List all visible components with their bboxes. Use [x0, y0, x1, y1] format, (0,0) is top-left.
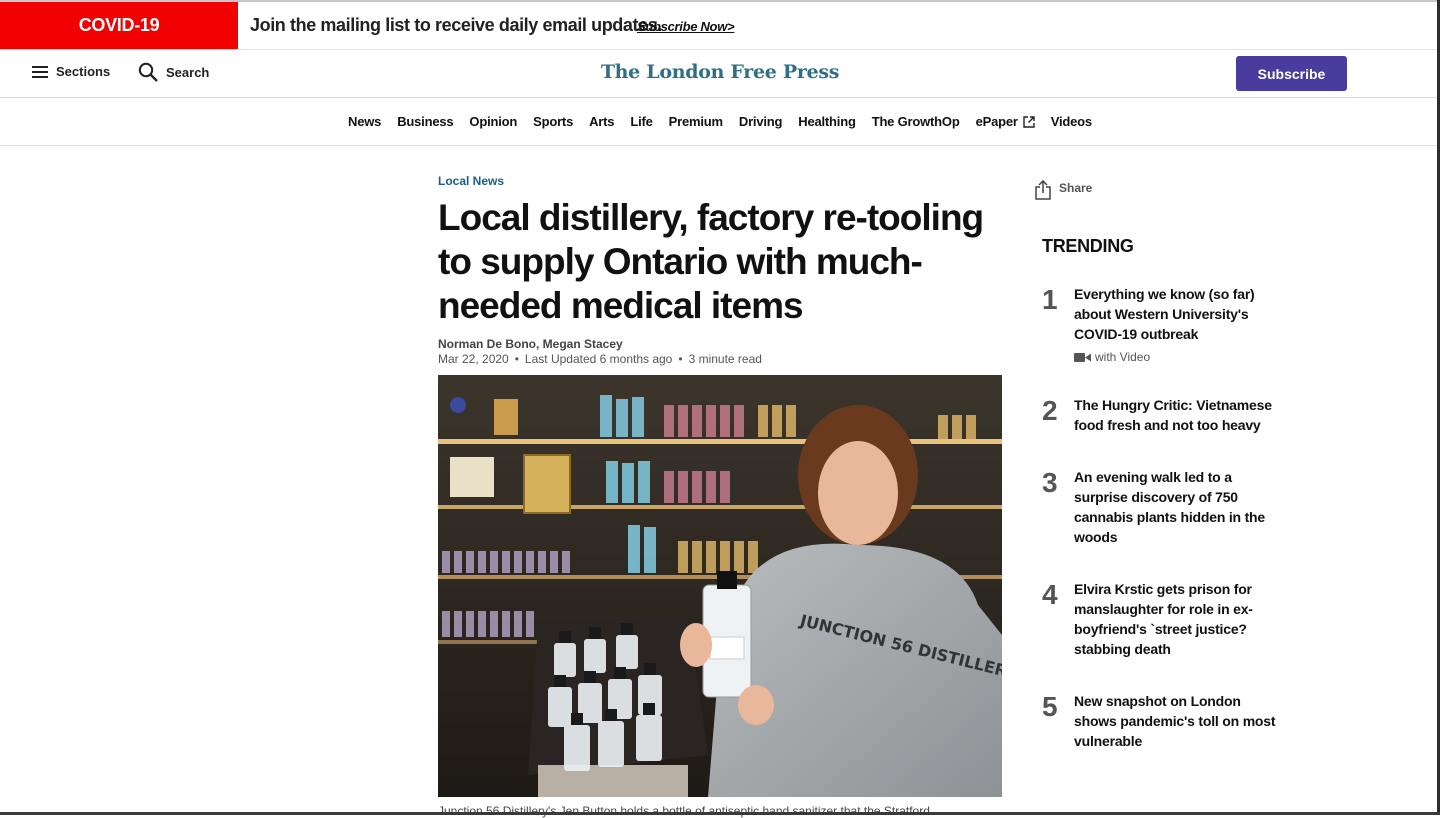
- share-label: Share: [1059, 181, 1093, 195]
- article-date: Mar 22, 2020: [438, 352, 509, 366]
- nav-item-epaper[interactable]: ePaper: [976, 114, 1035, 129]
- nav-item-the-growthop[interactable]: The GrowthOp: [872, 114, 960, 129]
- nav-item-sports[interactable]: Sports: [533, 114, 573, 129]
- main-nav: News Business Opinion Sports Arts Life P…: [0, 98, 1440, 146]
- article-headline: Local distillery, factory re-tooling to …: [438, 197, 984, 326]
- article-read-time: 3 minute read: [688, 352, 762, 366]
- trending-title[interactable]: An evening walk led to a surprise discov…: [1074, 467, 1284, 547]
- site-logo: The London Free Press: [0, 61, 1440, 83]
- article-photo[interactable]: JUNCTION 56 DISTILLERY: [438, 375, 1002, 797]
- covid-banner: COVID-19 Join the mailing list to receiv…: [0, 2, 1440, 50]
- trending-number: 5: [1042, 691, 1058, 722]
- nav-item-healthing[interactable]: Healthing: [798, 114, 856, 129]
- video-tag-label: with Video: [1095, 350, 1151, 364]
- distillery-photo: JUNCTION 56 DISTILLERY: [438, 375, 1002, 797]
- meta-separator: •: [514, 352, 519, 366]
- nav-item-news[interactable]: News: [348, 114, 381, 129]
- article-authors[interactable]: Norman De Bono, Megan Stacey: [438, 337, 623, 351]
- subscribe-now-link[interactable]: Subscribe Now>: [637, 19, 735, 34]
- article-category[interactable]: Local News: [438, 174, 504, 188]
- share-icon: [1035, 180, 1051, 200]
- nav-item-epaper-label: ePaper: [975, 114, 1018, 129]
- nav-item-videos[interactable]: Videos: [1051, 114, 1092, 129]
- trending-panel: TRENDING 1 Everything we know (so far) a…: [1042, 236, 1302, 749]
- trending-number: 4: [1042, 579, 1058, 610]
- site-header: Sections Search The London Free Press Su…: [0, 50, 1440, 98]
- covid-message: Join the mailing list to receive daily e…: [250, 15, 662, 35]
- trending-title[interactable]: New snapshot on London shows pandemic's …: [1074, 691, 1284, 751]
- covid-tag[interactable]: COVID-19: [0, 2, 238, 49]
- trending-number: 2: [1042, 395, 1058, 426]
- nav-item-premium[interactable]: Premium: [669, 114, 723, 129]
- video-camera-icon: [1074, 352, 1091, 362]
- nav-item-life[interactable]: Life: [630, 114, 653, 129]
- subscribe-button[interactable]: Subscribe: [1236, 56, 1347, 91]
- nav-item-driving[interactable]: Driving: [739, 114, 783, 129]
- trending-title[interactable]: Everything we know (so far) about Wester…: [1074, 284, 1284, 344]
- article-meta: Mar 22, 2020 • Last Updated 6 months ago • 3…: [438, 352, 762, 366]
- trending-title[interactable]: Elvira Krstic gets prison for manslaught…: [1074, 579, 1284, 659]
- video-tag: with Video: [1074, 350, 1150, 364]
- external-link-icon: [1023, 115, 1035, 128]
- nav-item-business[interactable]: Business: [397, 114, 453, 129]
- trending-title[interactable]: The Hungry Critic: Vietnamese food fresh…: [1074, 395, 1284, 435]
- photo-caption: Junction 56 Distillery's Jen Button hold…: [438, 804, 930, 818]
- share-button[interactable]: Share: [1035, 180, 1092, 200]
- site-logo-text[interactable]: The London Free Press: [601, 61, 840, 83]
- nav-item-opinion[interactable]: Opinion: [469, 114, 517, 129]
- nav-item-arts[interactable]: Arts: [589, 114, 614, 129]
- meta-separator: •: [678, 352, 683, 366]
- trending-heading: TRENDING: [1042, 236, 1134, 256]
- trending-number: 1: [1042, 284, 1058, 315]
- article-updated: Last Updated 6 months ago: [524, 352, 673, 366]
- trending-number: 3: [1042, 467, 1058, 498]
